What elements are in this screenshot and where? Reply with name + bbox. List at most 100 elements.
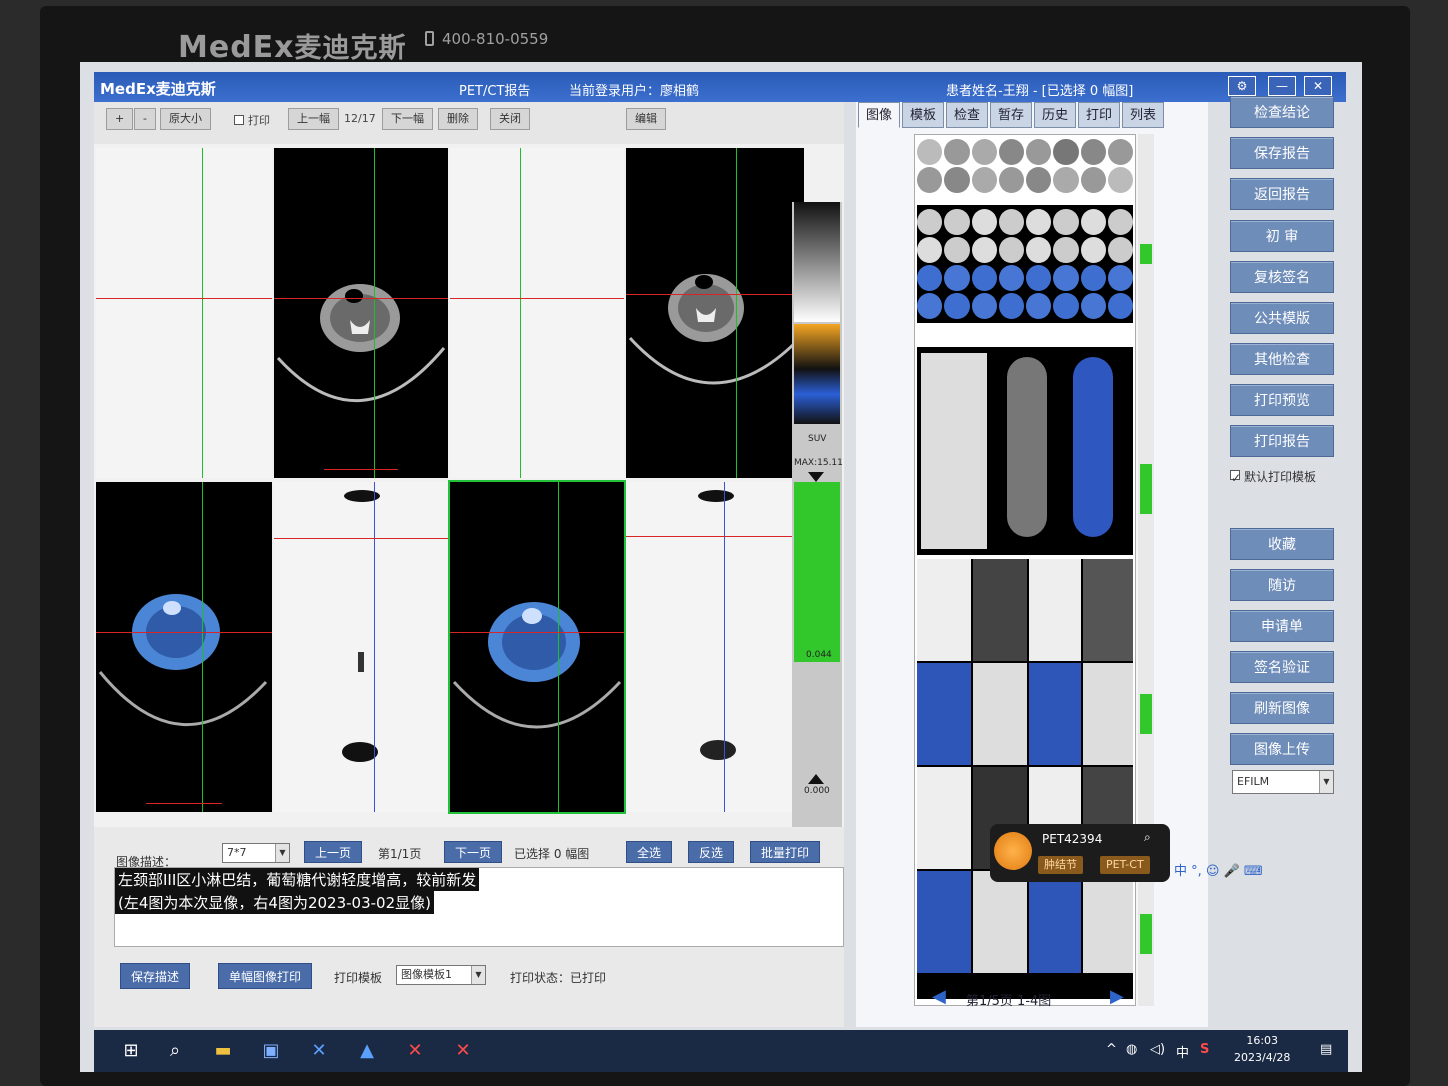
search-icon[interactable]: ⌕ [162,1038,188,1064]
medex-app-icon-3[interactable]: ✕ [450,1038,476,1064]
description-textarea[interactable]: 左颈部III区小淋巴结，葡萄糖代谢轻度增高，较前新发 (左4图为本次显像，右4图… [114,867,844,947]
next-frame-button[interactable]: 下一幅 [382,108,433,130]
batch-print-button[interactable]: 批量打印 [750,841,821,863]
default-print-template-checkbox[interactable]: ✓ 默认打印模板 [1230,468,1316,485]
windows-start-icon[interactable]: ⊞ [118,1038,144,1064]
invert-selection-button[interactable]: 反选 [688,841,735,863]
viewer-cell-pet-mip[interactable] [274,482,448,812]
original-size-button[interactable]: 原大小 [160,108,211,130]
tab-exams[interactable]: 检查 [946,102,988,128]
ime-toolbar[interactable]: 中 °, ☺ 🎤 ⌨ [1174,860,1263,879]
viewer-cell-coronal-ct-prior[interactable] [450,148,624,478]
thumbnail-series-body[interactable] [917,559,1133,999]
return-report-button[interactable]: 返回报告 [1230,178,1334,210]
close-window-button[interactable]: ✕ [1304,76,1332,96]
tab-history[interactable]: 历史 [1034,102,1076,128]
patient-name: 患者姓名-王翔 - [已选择 0 幅图] [946,84,1134,99]
axial-ct-prior-image [628,274,802,385]
tab-templates[interactable]: 模板 [902,102,944,128]
prev-arrow-icon[interactable]: ◀ [932,986,946,1007]
tab-staging[interactable]: 暂存 [990,102,1032,128]
exam-conclusion-button[interactable]: 检查结论 [1230,96,1334,128]
tab-print[interactable]: 打印 [1078,102,1120,128]
print-report-button[interactable]: 打印报告 [1230,425,1334,457]
taskbar-clock[interactable]: 16:03 2023/4/28 [1234,1032,1290,1066]
layout-select[interactable]: 7*7 ▼ [222,843,290,863]
next-arrow-icon[interactable]: ▶ [1110,986,1124,1007]
sogou-icon[interactable]: S [1200,1042,1209,1057]
max-slider-handle[interactable] [808,472,824,482]
initial-review-button[interactable]: 初 审 [1230,220,1334,252]
delete-button[interactable]: 删除 [438,108,478,130]
file-explorer-icon[interactable]: ▬ [210,1038,236,1064]
medex-app-icon[interactable]: ✕ [306,1038,332,1064]
monitor-phone: 400-810-0559 [425,30,548,48]
ime-language[interactable]: 中 [1176,1042,1189,1061]
phone-icon [425,31,434,46]
pacs-floating-widget[interactable]: PET42394 ⌕ 肿结节 PET-CT [990,824,1170,882]
checkbox-icon [234,115,244,125]
app-icon[interactable]: ▣ [258,1038,284,1064]
zoom-out-button[interactable]: - [134,108,156,130]
medex-app-icon-2[interactable]: ✕ [402,1038,428,1064]
crosshair-horizontal [274,538,448,539]
viewer-cell-axial-fusion-prior[interactable] [448,480,626,814]
favorite-button[interactable]: 收藏 [1230,528,1334,560]
tab-images[interactable]: 图像 [858,102,900,128]
other-exams-button[interactable]: 其他检查 [1230,343,1334,375]
crosshair-horizontal [626,536,804,537]
crosshair-vertical [202,482,203,812]
current-user: 当前登录用户：廖相鹤 [569,84,700,99]
prev-page-button[interactable]: 上一页 [304,841,363,863]
save-report-button[interactable]: 保存报告 [1230,137,1334,169]
pacs-tag-petct[interactable]: PET-CT [1100,856,1150,874]
image-description-panel: 图像描述： 7*7 ▼ 上一页 第1/1页 下一页 已选择 0 幅图 全选 反选 … [94,827,844,1027]
viewer-cell-axial-ct-prior[interactable] [626,148,804,478]
viewer-cell-pet-mip-prior[interactable] [626,482,804,812]
minimize-button[interactable]: — [1268,76,1296,96]
print-checkbox[interactable]: 打印 [234,112,270,128]
pacs-tag-nodule[interactable]: 肿结节 [1038,856,1083,874]
print-preview-button[interactable]: 打印预览 [1230,384,1334,416]
volume-icon[interactable]: ◁) [1150,1042,1165,1057]
settings-icon[interactable]: ⚙ [1228,76,1256,96]
close-button[interactable]: 关闭 [490,108,530,130]
thumbnail-series-sagittal[interactable] [917,347,1133,555]
suv-label: SUV [808,434,827,444]
refresh-images-button[interactable]: 刷新图像 [1230,692,1334,724]
prev-frame-button[interactable]: 上一幅 [288,108,339,130]
viewer-cell-axial-ct[interactable] [274,148,448,478]
print-template-select[interactable]: 图像模板1 ▼ [396,965,486,985]
print-checkbox-label: 打印 [248,114,270,127]
tray-chevron-icon[interactable]: ^ [1106,1042,1117,1057]
suv-max: MAX:15.11 [794,458,843,468]
suv-min: 0.000 [804,786,830,796]
search-icon[interactable]: ⌕ [1144,830,1151,845]
save-description-button[interactable]: 保存描述 [120,963,191,989]
public-template-button[interactable]: 公共模版 [1230,302,1334,334]
notification-icon[interactable]: ▤ [1320,1042,1332,1057]
follow-up-button[interactable]: 随访 [1230,569,1334,601]
single-image-print-button[interactable]: 单幅图像打印 [218,963,313,989]
edit-button[interactable]: 编辑 [626,108,666,130]
select-all-button[interactable]: 全选 [626,841,673,863]
clock-time: 16:03 [1246,1034,1279,1047]
description-line: 左颈部III区小淋巴结，葡萄糖代谢轻度增高，较前新发 [115,868,480,891]
viewer-cell-axial-fusion[interactable] [96,482,272,812]
viewer-select[interactable]: EFILM ▼ [1232,770,1334,794]
tab-list[interactable]: 列表 [1122,102,1164,128]
upload-images-button[interactable]: 图像上传 [1230,733,1334,765]
network-icon[interactable]: ◍ [1126,1042,1137,1057]
print-template-label: 打印模板 [334,971,383,985]
thumbnail-series-brain-ct[interactable] [917,139,1133,193]
axial-fusion-prior-image [452,602,622,729]
thumbnail-series-brain-pet[interactable] [917,205,1133,323]
min-slider-handle[interactable] [808,774,824,784]
signature-verify-button[interactable]: 签名验证 [1230,651,1334,683]
zoom-in-button[interactable]: + [106,108,134,130]
next-page-button[interactable]: 下一页 [444,841,503,863]
viewer-cell-coronal-ct[interactable] [96,148,272,478]
triangle-app-icon[interactable]: ▲ [354,1038,380,1064]
request-form-button[interactable]: 申请单 [1230,610,1334,642]
review-sign-button[interactable]: 复核签名 [1230,261,1334,293]
